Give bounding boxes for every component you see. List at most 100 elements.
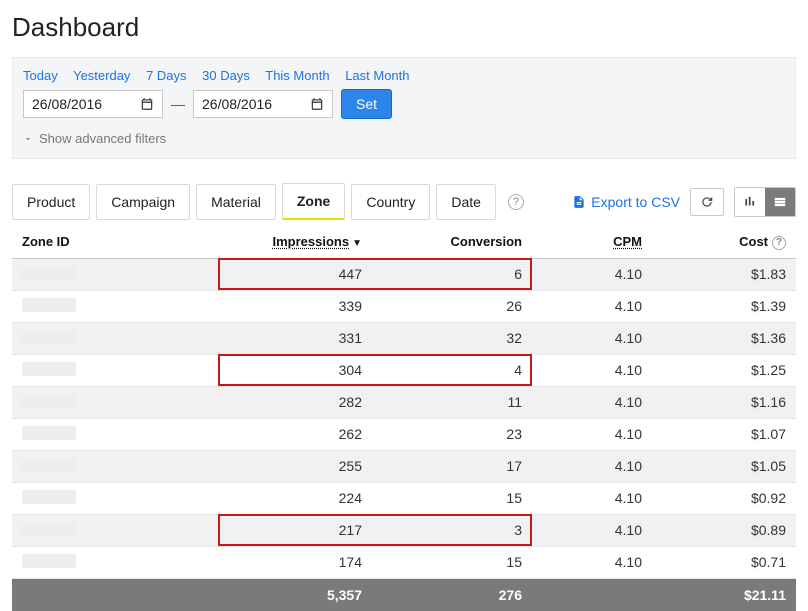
- advanced-filters-toggle[interactable]: Show advanced filters: [23, 131, 785, 146]
- cell-cost: $0.71: [652, 546, 796, 578]
- cell-impressions: 282: [212, 386, 372, 418]
- cell-zone-id: [12, 418, 212, 450]
- total-impressions: 5,357: [212, 578, 372, 611]
- cell-impressions: 217: [212, 514, 372, 546]
- cell-conversion: 15: [372, 546, 532, 578]
- cell-cpm: 4.10: [532, 258, 652, 290]
- tab-product[interactable]: Product: [12, 184, 90, 220]
- total-cpm: [532, 578, 652, 611]
- tab-material[interactable]: Material: [196, 184, 276, 220]
- export-csv-link[interactable]: Export to CSV: [572, 194, 680, 210]
- cell-cpm: 4.10: [532, 290, 652, 322]
- cell-cost: $0.89: [652, 514, 796, 546]
- cell-cost: $1.83: [652, 258, 796, 290]
- cell-cpm: 4.10: [532, 450, 652, 482]
- advanced-filters-label: Show advanced filters: [39, 131, 166, 146]
- cell-conversion: 23: [372, 418, 532, 450]
- cell-conversion: 15: [372, 482, 532, 514]
- filter-bar: Today Yesterday 7 Days 30 Days This Mont…: [12, 57, 796, 159]
- quick-yesterday[interactable]: Yesterday: [73, 68, 130, 83]
- table-row[interactable]: 262234.10$1.07: [12, 418, 796, 450]
- cell-zone-id: [12, 514, 212, 546]
- quick-last-month[interactable]: Last Month: [345, 68, 409, 83]
- cell-zone-id: [12, 322, 212, 354]
- cell-conversion: 11: [372, 386, 532, 418]
- cell-impressions: 339: [212, 290, 372, 322]
- tab-zone[interactable]: Zone: [282, 183, 345, 220]
- export-csv-label: Export to CSV: [591, 194, 680, 210]
- tab-date[interactable]: Date: [436, 184, 496, 220]
- refresh-button[interactable]: [690, 188, 724, 216]
- refresh-icon: [700, 195, 714, 209]
- quick-date-links: Today Yesterday 7 Days 30 Days This Mont…: [23, 68, 785, 83]
- cell-cpm: 4.10: [532, 386, 652, 418]
- cell-impressions: 224: [212, 482, 372, 514]
- cell-cost: $1.07: [652, 418, 796, 450]
- tab-country[interactable]: Country: [351, 184, 430, 220]
- chevron-down-icon: [23, 134, 33, 144]
- quick-30days[interactable]: 30 Days: [202, 68, 250, 83]
- cell-cpm: 4.10: [532, 514, 652, 546]
- cell-conversion: 6: [372, 258, 532, 290]
- cell-cost: $1.05: [652, 450, 796, 482]
- col-cost[interactable]: Cost?: [652, 226, 796, 258]
- cell-cost: $1.36: [652, 322, 796, 354]
- cell-cpm: 4.10: [532, 418, 652, 450]
- cell-impressions: 255: [212, 450, 372, 482]
- table-row[interactable]: 224154.10$0.92: [12, 482, 796, 514]
- cell-impressions: 304: [212, 354, 372, 386]
- cell-cost: $1.16: [652, 386, 796, 418]
- table-row[interactable]: 282114.10$1.16: [12, 386, 796, 418]
- cell-zone-id: [12, 386, 212, 418]
- table-row[interactable]: 331324.10$1.36: [12, 322, 796, 354]
- quick-today[interactable]: Today: [23, 68, 58, 83]
- cell-impressions: 174: [212, 546, 372, 578]
- cell-conversion: 3: [372, 514, 532, 546]
- date-separator: —: [171, 96, 185, 112]
- document-icon: [572, 195, 586, 209]
- quick-this-month[interactable]: This Month: [265, 68, 329, 83]
- cell-zone-id: [12, 258, 212, 290]
- cell-impressions: 262: [212, 418, 372, 450]
- date-to-input[interactable]: 26/08/2016: [193, 90, 333, 118]
- table-row[interactable]: 255174.10$1.05: [12, 450, 796, 482]
- cell-cpm: 4.10: [532, 546, 652, 578]
- date-to-value: 26/08/2016: [202, 96, 272, 112]
- tab-campaign[interactable]: Campaign: [96, 184, 190, 220]
- cell-cost: $1.25: [652, 354, 796, 386]
- set-button[interactable]: Set: [341, 89, 392, 119]
- cell-zone-id: [12, 290, 212, 322]
- view-chart-button[interactable]: [735, 188, 765, 216]
- cost-help-icon[interactable]: ?: [772, 236, 786, 250]
- tabs-help-icon[interactable]: ?: [508, 194, 524, 210]
- cell-cpm: 4.10: [532, 322, 652, 354]
- cell-zone-id: [12, 450, 212, 482]
- cell-conversion: 26: [372, 290, 532, 322]
- cell-impressions: 331: [212, 322, 372, 354]
- col-cpm[interactable]: CPM: [532, 226, 652, 258]
- calendar-icon: [310, 97, 324, 111]
- bar-chart-icon: [743, 195, 757, 209]
- cell-zone-id: [12, 546, 212, 578]
- table-row[interactable]: 44764.10$1.83: [12, 258, 796, 290]
- cell-conversion: 17: [372, 450, 532, 482]
- view-toggle: [734, 187, 796, 217]
- date-from-input[interactable]: 26/08/2016: [23, 90, 163, 118]
- table-row[interactable]: 21734.10$0.89: [12, 514, 796, 546]
- date-from-value: 26/08/2016: [32, 96, 102, 112]
- cell-cost: $1.39: [652, 290, 796, 322]
- cell-cpm: 4.10: [532, 354, 652, 386]
- cell-zone-id: [12, 354, 212, 386]
- col-impressions[interactable]: Impressions▼: [212, 226, 372, 258]
- table-row[interactable]: 174154.10$0.71: [12, 546, 796, 578]
- total-conversion: 276: [372, 578, 532, 611]
- table-row[interactable]: 30444.10$1.25: [12, 354, 796, 386]
- table-row[interactable]: 339264.10$1.39: [12, 290, 796, 322]
- col-conversion[interactable]: Conversion: [372, 226, 532, 258]
- quick-7days[interactable]: 7 Days: [146, 68, 186, 83]
- cell-zone-id: [12, 482, 212, 514]
- col-zone-id[interactable]: Zone ID: [12, 226, 212, 258]
- data-table: Zone ID Impressions▼ Conversion CPM Cost…: [12, 226, 796, 611]
- view-table-button[interactable]: [765, 188, 795, 216]
- tab-bar: Product Campaign Material Zone Country D…: [12, 183, 524, 220]
